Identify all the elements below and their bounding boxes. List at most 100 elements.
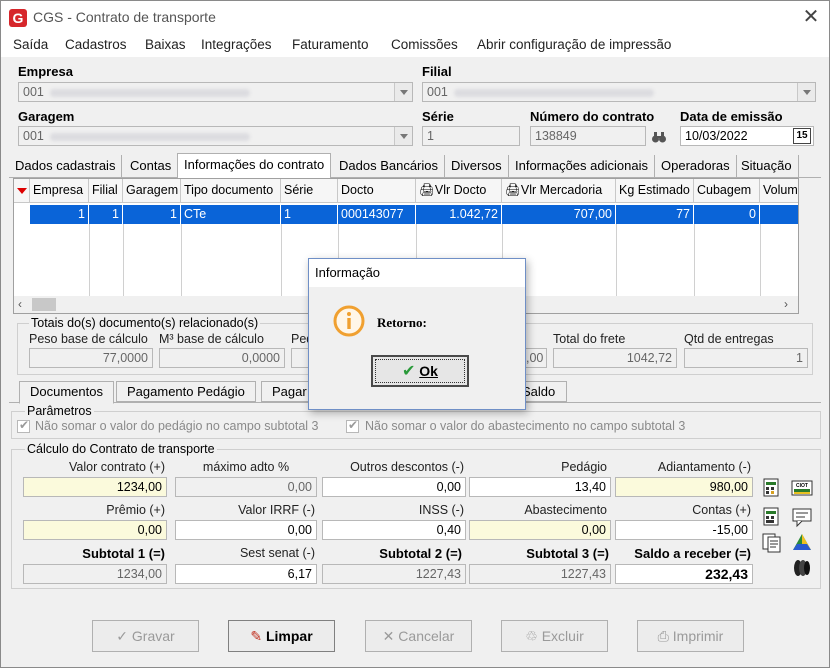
- abastecimento-checkbox[interactable]: ✔: [346, 418, 359, 433]
- binoculars-icon[interactable]: [651, 129, 667, 145]
- chevron-down-icon[interactable]: [394, 83, 412, 101]
- document-calc-icon[interactable]: [761, 506, 783, 528]
- printer-icon: 🖨: [505, 183, 521, 197]
- subtab-pagamento-pedagio[interactable]: Pagamento Pedágio: [116, 381, 256, 402]
- menu-baixas[interactable]: Baixas: [145, 37, 186, 52]
- gravar-button[interactable]: ✓ Gravar: [92, 620, 199, 652]
- qtd-entregas-field[interactable]: 1: [684, 348, 808, 368]
- grid-cell-tipo-documento[interactable]: CTe: [181, 205, 281, 224]
- tab-contas[interactable]: Contas: [124, 155, 179, 177]
- grid-cell-volume[interactable]: [760, 205, 798, 224]
- tab-operadoras[interactable]: Operadoras: [655, 155, 737, 177]
- menu-abrir-configuracao[interactable]: Abrir configuração de impressão: [477, 37, 671, 52]
- grid-header-tipo-documento[interactable]: Tipo documento: [181, 179, 281, 203]
- tab-informacoes-adicionais[interactable]: Informações adicionais: [509, 155, 655, 177]
- cancelar-button[interactable]: ✕ Cancelar: [365, 620, 472, 652]
- chevron-down-icon[interactable]: [394, 127, 412, 145]
- pedagio-checkbox[interactable]: ✔: [17, 418, 30, 433]
- tab-informacoes-contrato[interactable]: Informações do contrato: [177, 153, 332, 178]
- copy-docs-icon[interactable]: [761, 532, 783, 554]
- premio-field[interactable]: 0,00: [23, 520, 167, 540]
- tab-dados-bancarios[interactable]: Dados Bancários: [333, 155, 445, 177]
- subtotal3-label: Subtotal 3 (=): [526, 546, 609, 561]
- imprimir-button[interactable]: ⎙ Imprimir: [637, 620, 744, 652]
- subtotal3-field[interactable]: 1227,43: [469, 564, 611, 584]
- drive-icon[interactable]: [791, 532, 813, 554]
- calculator-doc-icon[interactable]: [761, 477, 783, 499]
- empresa-combo[interactable]: 001: [18, 82, 413, 102]
- subtotal1-field[interactable]: 1234,00: [23, 564, 167, 584]
- menu-saida[interactable]: Saída: [13, 37, 48, 52]
- svg-text:G: G: [13, 10, 24, 26]
- grid-header-volume[interactable]: Volum: [760, 179, 798, 203]
- serie-field[interactable]: 1: [422, 126, 520, 146]
- grid-header-serie[interactable]: Série: [281, 179, 338, 203]
- close-icon[interactable]: ✕: [799, 5, 823, 29]
- scroll-left-icon[interactable]: ‹: [18, 297, 22, 311]
- data-emissao-field[interactable]: 10/03/2022 15: [680, 126, 814, 146]
- contas-field[interactable]: -15,00: [615, 520, 753, 540]
- grid-cell-kg-estimado[interactable]: 77: [616, 205, 694, 224]
- grid-header-vlr-docto[interactable]: 🖨Vlr Docto: [416, 179, 502, 203]
- grid-header-cubagem[interactable]: Cubagem: [694, 179, 760, 203]
- grid-cell-empresa[interactable]: 1: [30, 205, 89, 224]
- chevron-down-icon[interactable]: [797, 83, 815, 101]
- grid-header-kg-estimado[interactable]: Kg Estimado: [616, 179, 694, 203]
- m3-label: M³ base de cálculo: [159, 332, 264, 346]
- valor-contrato-label: Valor contrato (+): [69, 460, 165, 474]
- abastecimento-field[interactable]: 0,00: [469, 520, 611, 540]
- grid-cell-docto[interactable]: 000143077: [338, 205, 416, 224]
- outros-descontos-field[interactable]: 0,00: [322, 477, 466, 497]
- grid-line: [616, 224, 617, 296]
- grid-cell-serie[interactable]: 1: [281, 205, 338, 224]
- printer-icon: ⎙: [657, 628, 669, 644]
- grid-cell-vlr-mercadoria[interactable]: 707,00: [502, 205, 616, 224]
- sest-senat-field[interactable]: 6,17: [175, 564, 317, 584]
- ciot-icon[interactable]: CIOT: [791, 477, 813, 499]
- calendar-icon[interactable]: 15: [793, 128, 811, 144]
- vertical-scrollbar[interactable]: ▲ ▼: [798, 179, 799, 296]
- ok-button[interactable]: ✔ Ok: [371, 355, 469, 387]
- m3-field[interactable]: 0,0000: [159, 348, 285, 368]
- adiantamento-field[interactable]: 980,00: [615, 477, 753, 497]
- numero-contrato-field[interactable]: 138849: [530, 126, 646, 146]
- inss-field[interactable]: 0,40: [322, 520, 466, 540]
- qtd-entregas-label: Qtd de entregas: [684, 332, 774, 346]
- saldo-receber-field[interactable]: 232,43: [615, 564, 753, 584]
- grid-header-empresa[interactable]: Empresa: [30, 179, 89, 203]
- menu-integracoes[interactable]: Integrações: [201, 37, 272, 52]
- scroll-thumb[interactable]: [32, 298, 56, 311]
- garagem-combo[interactable]: 001: [18, 126, 413, 146]
- subtotal2-field[interactable]: 1227,43: [322, 564, 466, 584]
- subtotal2-label: Subtotal 2 (=): [379, 546, 462, 561]
- irrf-field[interactable]: 0,00: [175, 520, 317, 540]
- grid-header-vlr-mercadoria[interactable]: 🖨Vlr Mercadoria: [502, 179, 616, 203]
- grid-header-docto[interactable]: Docto: [338, 179, 416, 203]
- max-adto-field[interactable]: 0,00: [175, 477, 317, 497]
- limpar-button[interactable]: ✎ Limpar: [228, 620, 335, 652]
- valor-contrato-field[interactable]: 1234,00: [23, 477, 167, 497]
- menu-cadastros[interactable]: Cadastros: [65, 37, 127, 52]
- coins-icon[interactable]: [791, 557, 813, 579]
- garagem-label: Garagem: [18, 109, 75, 124]
- excluir-button[interactable]: ♲ Excluir: [501, 620, 608, 652]
- grid-cell-filial[interactable]: 1: [89, 205, 123, 224]
- message-icon[interactable]: [791, 506, 813, 528]
- menu-comissoes[interactable]: Comissões: [391, 37, 458, 52]
- ciot-label: CIOT: [796, 483, 808, 489]
- tab-diversos[interactable]: Diversos: [445, 155, 509, 177]
- filial-combo[interactable]: 001: [422, 82, 816, 102]
- grid-cell-garagem[interactable]: 1: [123, 205, 181, 224]
- grid-header-filial[interactable]: Filial: [89, 179, 123, 203]
- tab-dados-cadastrais[interactable]: Dados cadastrais: [9, 155, 123, 177]
- total-frete-field[interactable]: 1042,72: [553, 348, 677, 368]
- grid-cell-vlr-docto[interactable]: 1.042,72: [416, 205, 502, 224]
- peso-field[interactable]: 77,0000: [29, 348, 153, 368]
- menu-faturamento[interactable]: Faturamento: [292, 37, 369, 52]
- scroll-right-icon[interactable]: ›: [784, 297, 788, 311]
- tab-situacao[interactable]: Situação: [735, 155, 799, 177]
- grid-header-garagem[interactable]: Garagem: [123, 179, 181, 203]
- grid-cell-cubagem[interactable]: 0: [694, 205, 760, 224]
- pedagio-field[interactable]: 13,40: [469, 477, 611, 497]
- subtab-documentos[interactable]: Documentos: [19, 381, 114, 404]
